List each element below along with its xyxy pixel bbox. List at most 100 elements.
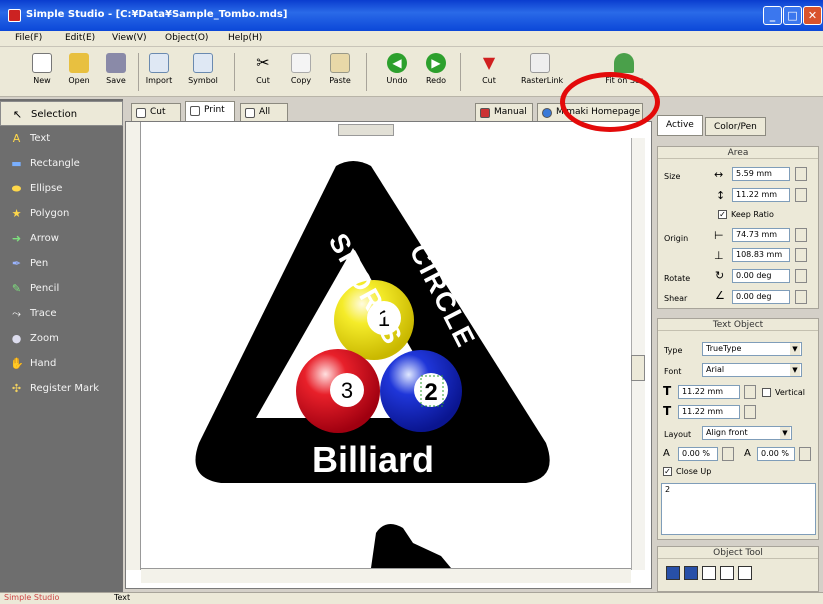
billiard-artwork[interactable]: 1 3 2 SPORTS CIRCLE Billiard (141, 138, 631, 568)
width-spinner[interactable] (795, 167, 807, 181)
new-button[interactable]: New (23, 51, 61, 93)
tool-hand[interactable]: ✋ Hand (0, 351, 123, 376)
object-tool-button-3[interactable] (702, 566, 716, 580)
tool-pencil[interactable]: ✎ Pencil (0, 276, 123, 301)
tab-cut[interactable]: Cut (131, 103, 181, 121)
app-icon (8, 9, 21, 22)
object-tool-button-1[interactable] (666, 566, 680, 580)
text-size-spinner[interactable] (744, 385, 756, 399)
vertical-scroll-thumb[interactable] (631, 355, 645, 381)
tool-arrow[interactable]: ➜ Arrow (0, 226, 123, 251)
menu-object[interactable]: Object(O) (165, 33, 208, 43)
rotate-field[interactable]: 0.00 deg (732, 269, 790, 283)
text-size-field[interactable]: 11.22 mm (678, 385, 740, 399)
keep-ratio-label: Keep Ratio (731, 210, 774, 219)
text-width-spinner[interactable] (744, 405, 756, 419)
horizontal-scroll-thumb[interactable] (338, 124, 394, 136)
save-button[interactable]: Save (97, 51, 135, 93)
text-content-box[interactable]: 2 (661, 483, 816, 535)
redo-button[interactable]: ▶ Redo (417, 51, 455, 93)
menu-help[interactable]: Help(H) (228, 33, 262, 43)
height-spinner[interactable] (795, 188, 807, 202)
rasterlink-button[interactable]: RasterLink (521, 51, 563, 93)
open-folder-icon (69, 53, 89, 73)
tool-zoom[interactable]: ● Zoom (0, 326, 123, 351)
menu-file[interactable]: File(F) (15, 33, 42, 43)
tool-pen[interactable]: ✒ Pen (0, 251, 123, 276)
open-button[interactable]: Open (60, 51, 98, 93)
toolbar-separator (234, 53, 235, 91)
maximize-button[interactable]: □ (783, 6, 802, 25)
player-silhouette (371, 524, 451, 568)
copy-label: Copy (290, 76, 312, 85)
shear-icon: ∠ (715, 289, 725, 302)
cut-label: Cut (256, 76, 270, 85)
line-spacing-field[interactable]: 0.00 % (757, 447, 795, 461)
vertical-checkbox[interactable] (762, 388, 771, 397)
undo-button[interactable]: ◀ Undo (378, 51, 416, 93)
rotate-icon: ↻ (715, 269, 725, 282)
layout-dropdown[interactable]: Align front (702, 426, 792, 440)
height-field[interactable]: 11.22 mm (732, 188, 790, 202)
tool-selection[interactable]: ↖ Selection (0, 101, 123, 126)
tab-manual[interactable]: Manual (475, 103, 533, 121)
char-spacing-spinner[interactable] (722, 447, 734, 461)
import-button[interactable]: Import (140, 51, 178, 93)
symbol-button[interactable]: Symbol (184, 51, 222, 93)
tool-register-mark[interactable]: ✣ Register Mark (0, 376, 123, 401)
tool-text[interactable]: A Text (0, 126, 123, 151)
paste-label: Paste (329, 76, 351, 85)
shear-spinner[interactable] (795, 290, 807, 304)
plotter-cut-button[interactable]: ▼ Cut (470, 51, 508, 93)
origin-x-field[interactable]: 74.73 mm (732, 228, 790, 242)
close-button[interactable]: ✕ (803, 6, 822, 25)
vertical-scrollbar[interactable] (631, 138, 645, 570)
tool-polygon[interactable]: ★ Polygon (0, 201, 123, 226)
tab-all[interactable]: All (240, 103, 288, 121)
shear-field[interactable]: 0.00 deg (732, 290, 790, 304)
plotter-cut-icon: ▼ (482, 53, 496, 72)
text-object-title: Text Object (658, 319, 818, 331)
paste-button[interactable]: Paste (321, 51, 359, 93)
tool-trace[interactable]: ⤳ Trace (0, 301, 123, 326)
origin-x-spinner[interactable] (795, 228, 807, 242)
object-tool-button-2[interactable] (684, 566, 698, 580)
title-bar: Simple Studio - [C:¥Data¥Sample_Tombo.md… (0, 0, 823, 31)
cut-button[interactable]: ✂ Cut (244, 51, 282, 93)
object-tool-button-4[interactable] (720, 566, 734, 580)
undo-label: Undo (386, 76, 408, 85)
scissors-icon: ✂ (256, 53, 270, 72)
tab-color-pen[interactable]: Color/Pen (705, 117, 766, 136)
tab-active[interactable]: Active (657, 115, 703, 136)
text-width-field[interactable]: 11.22 mm (678, 405, 740, 419)
line-spacing-spinner[interactable] (799, 447, 811, 461)
close-up-checkbox[interactable]: ✓ (663, 467, 672, 476)
font-dropdown[interactable]: Arial (702, 363, 802, 377)
height-arrow-icon: ↕ (716, 189, 726, 202)
tool-ellipse[interactable]: ⬬ Ellipse (0, 176, 123, 201)
menu-edit[interactable]: Edit(E) (65, 33, 95, 43)
origin-y-spinner[interactable] (795, 248, 807, 262)
keep-ratio-checkbox[interactable]: ✓ (718, 210, 727, 219)
toolbar: New Open Save Import Symbol ✂ Cut Copy Pa… (0, 47, 823, 97)
layout-label: Layout (664, 430, 692, 439)
type-dropdown[interactable]: TrueType (702, 342, 802, 356)
tab-print[interactable]: Print (185, 101, 235, 121)
magnifier-icon: ● (11, 332, 22, 345)
object-tool-button-5[interactable] (738, 566, 752, 580)
manual-icon (480, 108, 490, 118)
menu-view[interactable]: View(V) (112, 33, 147, 43)
tool-label: Selection (31, 109, 78, 120)
tool-label: Hand (30, 358, 57, 369)
width-field[interactable]: 5.59 mm (732, 167, 790, 181)
char-spacing-field[interactable]: 0.00 % (678, 447, 718, 461)
origin-x-icon: ⊢ (714, 229, 724, 242)
tool-rectangle[interactable]: ▬ Rectangle (0, 151, 123, 176)
tool-label: Arrow (30, 233, 59, 244)
minimize-button[interactable]: _ (763, 6, 782, 25)
object-tool-title: Object Tool (658, 547, 818, 559)
copy-button[interactable]: Copy (282, 51, 320, 93)
char-spacing-icon: A (663, 448, 670, 459)
origin-y-field[interactable]: 108.83 mm (732, 248, 790, 262)
rotate-spinner[interactable] (795, 269, 807, 283)
